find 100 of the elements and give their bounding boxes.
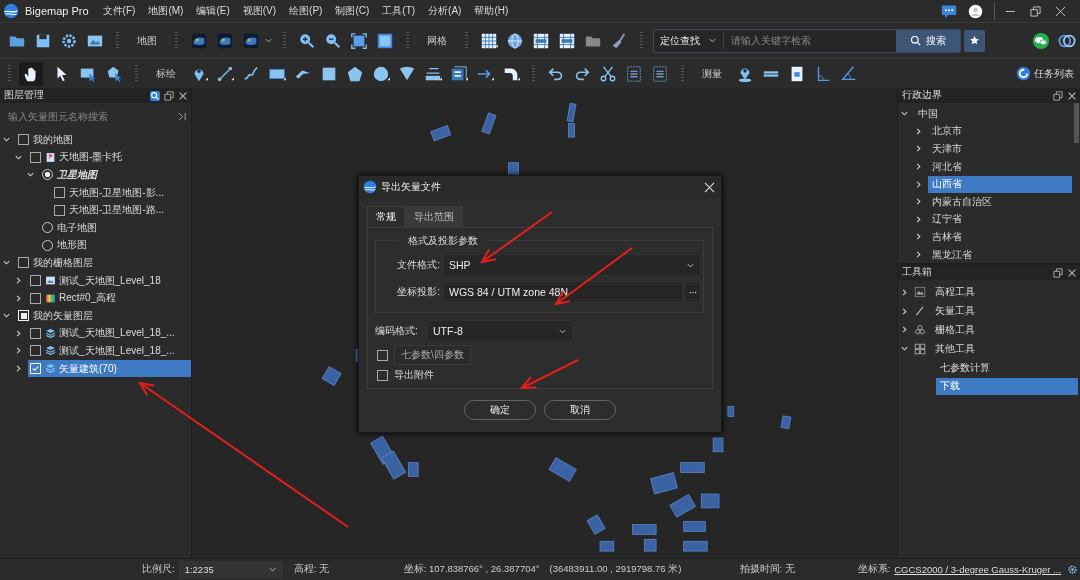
expand-toggle-icon[interactable] [14, 276, 23, 286]
close-icon[interactable] [1055, 5, 1066, 17]
line-icon[interactable] [216, 64, 234, 83]
region-item[interactable]: 吉林省 [928, 228, 1072, 246]
layer-item[interactable]: 天地图-卫星地图-路... [52, 201, 191, 219]
layer-item[interactable]: 卫星地图 [40, 166, 191, 184]
restore-icon[interactable] [164, 90, 174, 101]
menu-item[interactable]: 文件(F) [102, 4, 136, 18]
layer-item[interactable]: 天地图-墨卡托 [28, 148, 191, 166]
close-icon[interactable] [1067, 90, 1077, 101]
region-item[interactable]: 辽宁省 [928, 210, 1072, 228]
circle-icon[interactable] [372, 64, 390, 83]
checkbox[interactable] [54, 187, 65, 199]
expand-toggle-icon[interactable] [914, 250, 923, 260]
grid-icon[interactable] [558, 31, 576, 50]
cut-icon[interactable] [599, 64, 617, 83]
layer-item[interactable]: 我的矢量图层 [16, 307, 191, 325]
layer-item[interactable]: 我的地图 [16, 131, 191, 149]
expand-toggle-icon[interactable] [914, 214, 923, 224]
menu-item[interactable]: 编辑(E) [196, 4, 230, 18]
expand-toggle-icon[interactable] [2, 135, 11, 145]
paste-icon[interactable] [651, 64, 669, 83]
checkbox[interactable] [377, 349, 388, 361]
grid-icon[interactable] [532, 31, 550, 50]
text-frame-icon[interactable] [450, 64, 468, 83]
globe-icon[interactable] [506, 31, 524, 50]
layer-item[interactable]: 天地图-卫星地图-影... [52, 184, 191, 202]
region-item[interactable]: 山西省 [928, 175, 1072, 193]
expand-toggle-icon[interactable] [2, 311, 11, 321]
menu-item[interactable]: 视图(V) [242, 4, 277, 18]
expand-toggle-icon[interactable] [900, 306, 909, 316]
checkbox[interactable] [30, 275, 41, 287]
restore-icon[interactable] [1030, 5, 1041, 17]
ok-button[interactable]: 确定 [464, 400, 536, 420]
copy-icon[interactable] [625, 64, 643, 83]
zoom-out-icon[interactable] [324, 31, 342, 50]
select-polygon-icon[interactable] [105, 64, 123, 83]
tab[interactable]: 导出范围 [405, 206, 463, 227]
caret-icon[interactable] [264, 36, 273, 45]
region-item[interactable]: 河北省 [928, 158, 1072, 176]
layer-item[interactable]: 电子地图 [40, 219, 191, 237]
satellite-map-icon[interactable] [190, 31, 208, 50]
tool-item[interactable]: 矢量工具 [931, 302, 1078, 320]
close-icon[interactable] [704, 181, 715, 193]
grid-icon[interactable] [480, 31, 498, 50]
tool-item[interactable]: 下载 [936, 377, 1078, 395]
expand-toggle-icon[interactable] [914, 144, 923, 154]
settings-icon[interactable] [60, 31, 78, 50]
encoding-dropdown[interactable]: UTF-8 [427, 320, 573, 342]
layer-item[interactable]: 测试_天地图_Level_18_... [28, 324, 191, 342]
curve-icon[interactable] [242, 64, 260, 83]
scrollbar[interactable] [1074, 103, 1079, 143]
settings-icon[interactable] [1067, 564, 1079, 575]
satellite-map-icon[interactable] [216, 31, 234, 50]
search-button[interactable]: 搜索 [896, 29, 960, 52]
tool-item[interactable]: 其他工具 [931, 340, 1078, 358]
pan-tool-button[interactable] [19, 61, 43, 86]
menu-item[interactable]: 帮助(H) [474, 4, 509, 18]
menu-item[interactable]: 地图(M) [148, 4, 184, 18]
checkbox[interactable] [18, 257, 29, 269]
expand-toggle-icon[interactable] [900, 325, 909, 335]
expand-toggle-icon[interactable] [900, 344, 909, 354]
search-icon[interactable] [150, 90, 160, 101]
search-field[interactable]: 输入矢量图元名称搜索 [6, 109, 176, 123]
format-dropdown[interactable]: SHP [443, 254, 701, 276]
parameter-button[interactable]: 七参数\四参数 [394, 345, 471, 365]
coordinate-system-link[interactable]: CGCS2000 / 3-degree Gauss-Kruger ... [894, 564, 1062, 575]
region-item[interactable]: 黑龙江省 [928, 246, 1072, 264]
menu-item[interactable]: 绘图(P) [289, 4, 323, 18]
layer-item[interactable]: 地形图 [40, 236, 191, 254]
avatar-icon[interactable] [968, 3, 983, 19]
radio-button[interactable] [42, 169, 53, 181]
layer-item[interactable]: 测试_天地图_Level_18 [28, 272, 191, 290]
search-field[interactable]: 定位查找 请输入关键字检索 搜索 [653, 28, 961, 53]
expand-toggle-icon[interactable] [14, 328, 23, 338]
scale-dropdown[interactable]: 1:2235 [178, 560, 283, 579]
region-item[interactable]: 中国 [914, 105, 1072, 123]
projection-field[interactable]: WGS 84 / UTM zone 48N [443, 281, 683, 303]
tool-item[interactable]: 七参数计算 [936, 359, 1078, 377]
layer-item[interactable]: 矢量建筑(70) [28, 360, 191, 377]
task-list-button[interactable]: 任务列表 [1016, 66, 1074, 81]
frame-icon[interactable] [376, 31, 394, 50]
expand-toggle-icon[interactable] [26, 170, 35, 180]
tab[interactable]: 常规 [367, 206, 405, 227]
menu-item[interactable]: 分析(A) [428, 4, 462, 18]
expand-toggle-icon[interactable] [914, 179, 923, 189]
zoom-in-icon[interactable] [298, 31, 316, 50]
expand-toggle-icon[interactable] [14, 346, 23, 356]
search-mode-dropdown[interactable]: 定位查找 [654, 32, 724, 49]
zoom-extent-icon[interactable] [350, 31, 368, 50]
checkbox[interactable] [54, 204, 65, 216]
close-icon[interactable] [1067, 267, 1077, 278]
layer-item[interactable]: 我的栅格图层 [16, 254, 191, 272]
expand-toggle-icon[interactable] [900, 287, 909, 297]
collapse-icon[interactable] [176, 110, 187, 122]
checkbox[interactable] [30, 345, 41, 357]
favorite-button[interactable] [964, 29, 985, 52]
restore-icon[interactable] [1053, 267, 1063, 278]
menu-item[interactable]: 工具(T) [382, 4, 416, 18]
close-icon[interactable] [178, 90, 188, 101]
